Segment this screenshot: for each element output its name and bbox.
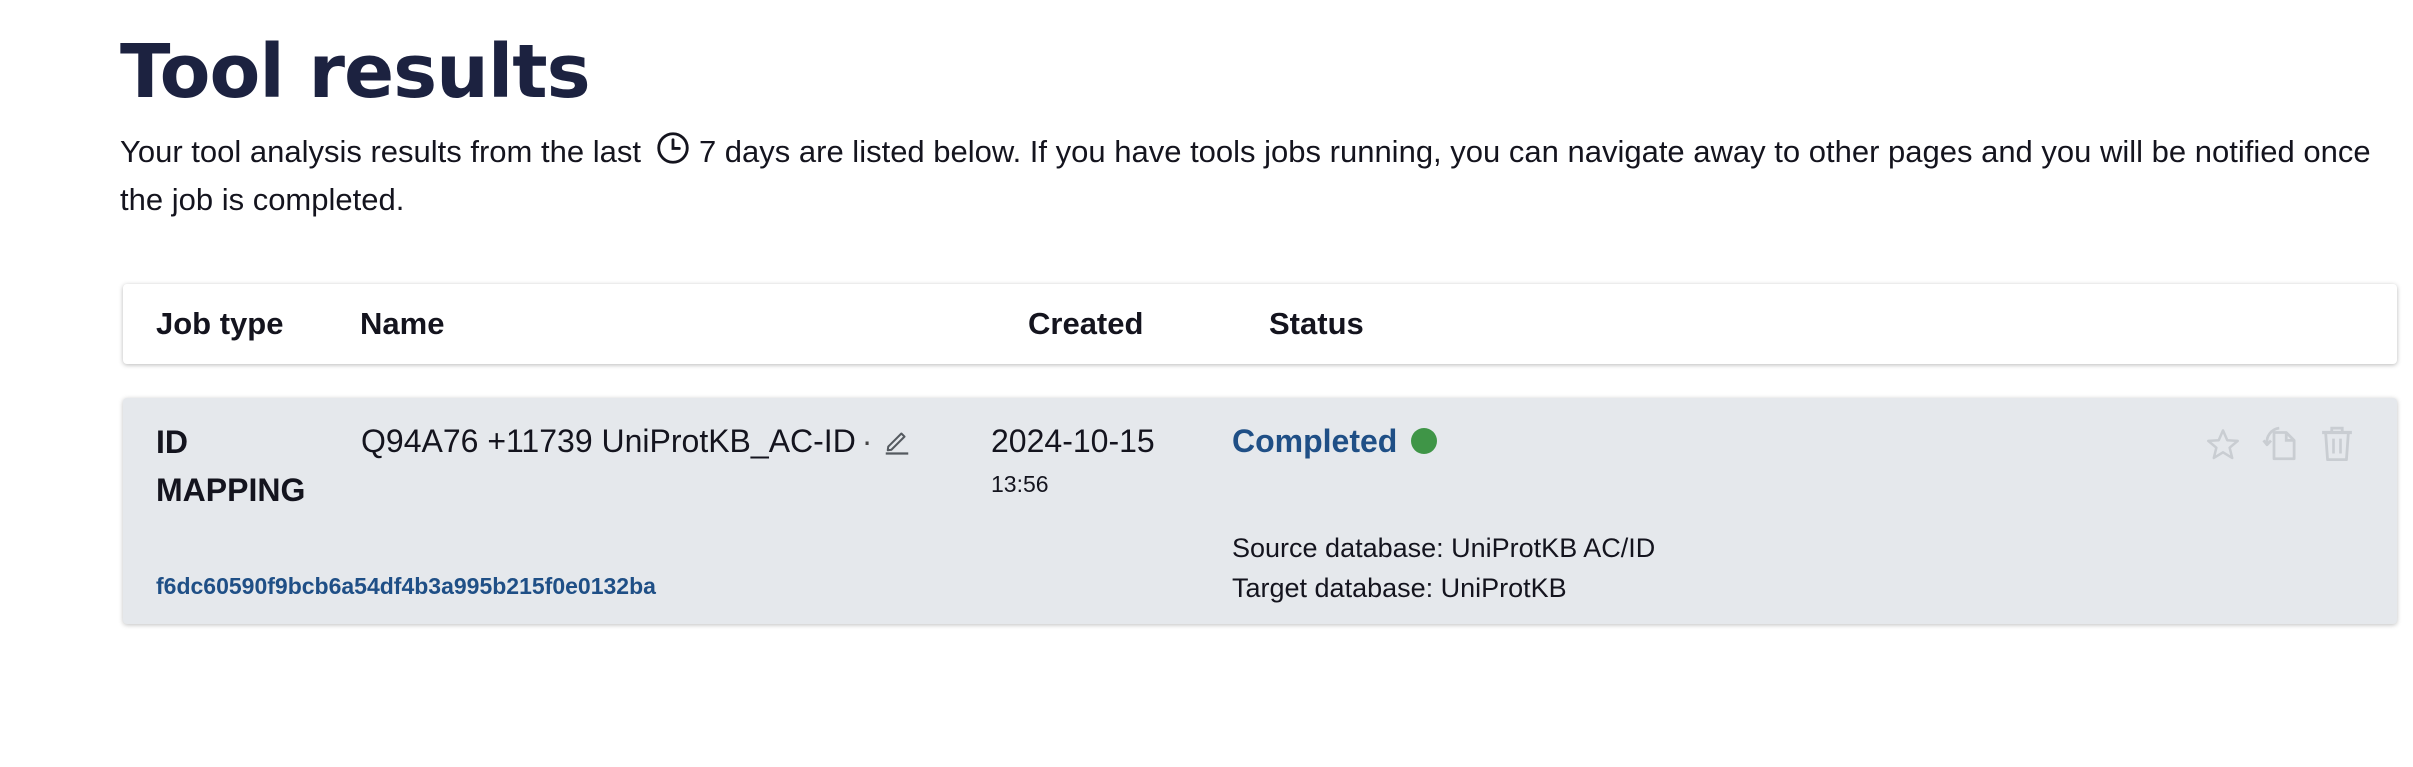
job-type: ID MAPPING [156, 424, 306, 508]
pencil-icon[interactable] [882, 426, 912, 456]
column-header-name: Name [360, 306, 445, 341]
source-database: Source database: UniProtKB AC/ID [1232, 533, 1656, 563]
column-header-job-type: Job type [156, 306, 284, 341]
intro-text-before: Your tool analysis results from the last [120, 134, 641, 169]
target-database: Target database: UniProtKB [1232, 573, 1567, 603]
created-date: 2024-10-15 [991, 423, 1155, 459]
job-row[interactable]: ID MAPPING f6dc60590f9bcb6a54df4b3a995b2… [123, 398, 2397, 624]
column-header-status: Status [1269, 306, 1364, 341]
resubmit-icon[interactable] [2260, 422, 2302, 464]
job-name-text: Q94A76 +11739 UniProtKB_AC-ID [361, 423, 856, 459]
job-name: Q94A76 +11739 UniProtKB_AC-ID · [361, 418, 912, 464]
trash-icon[interactable] [2316, 422, 2358, 464]
table-header: Job type Name Created Status [123, 284, 2397, 364]
status-link[interactable]: Completed [1232, 418, 1397, 464]
clock-icon [655, 130, 691, 166]
status-dot-icon [1411, 428, 1437, 454]
job-id-link[interactable]: f6dc60590f9bcb6a54df4b3a995b215f0e0132ba [156, 571, 656, 601]
page-title: Tool results [120, 29, 591, 115]
name-separator: · [861, 423, 873, 459]
star-icon[interactable] [2204, 426, 2242, 464]
column-header-created[interactable]: Created [1028, 304, 1143, 344]
page-intro: Your tool analysis results from the last… [120, 128, 2400, 224]
created-time: 13:56 [991, 471, 1049, 497]
